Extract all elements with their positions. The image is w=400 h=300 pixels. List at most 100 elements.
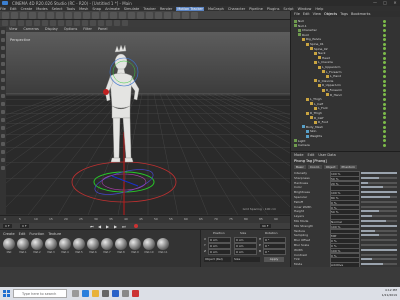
material-menu-item[interactable]: Create xyxy=(3,232,15,236)
attribute-section-tab[interactable]: Phantom xyxy=(339,165,357,169)
scale-icon[interactable] xyxy=(38,12,45,19)
viewport-menu-item[interactable]: Panel xyxy=(98,27,107,31)
attribute-slider[interactable] xyxy=(361,248,397,251)
render-icon[interactable] xyxy=(110,12,117,19)
attribute-section-tab[interactable]: Coord. xyxy=(307,165,322,169)
mode-icon[interactable] xyxy=(122,20,128,26)
visibility-dot-icon[interactable] xyxy=(383,79,386,83)
viewport-menu-item[interactable]: Filter xyxy=(83,27,92,31)
material-swatch[interactable] xyxy=(3,238,15,250)
attribute-slider[interactable] xyxy=(361,234,397,237)
tool-icon[interactable] xyxy=(1,102,5,106)
attribute-slider[interactable] xyxy=(361,205,397,208)
start-frame-field[interactable]: 0 F xyxy=(3,224,12,228)
object-menu-item[interactable]: View xyxy=(313,12,321,16)
edge-icon[interactable] xyxy=(82,290,89,297)
position-field[interactable]: 0 cm xyxy=(208,249,231,255)
viewport-menu-item[interactable]: Options xyxy=(64,27,78,31)
last-frame-button[interactable]: ⏭ xyxy=(122,224,126,229)
attribute-slider[interactable] xyxy=(361,229,397,232)
attribute-section-tab[interactable]: Basic xyxy=(294,165,306,169)
attribute-slider[interactable] xyxy=(361,172,397,174)
visibility-dot-icon[interactable] xyxy=(383,70,386,74)
size-mode-select[interactable]: Size xyxy=(233,257,260,262)
app-icon-red[interactable] xyxy=(132,290,139,297)
visibility-dot-icon[interactable] xyxy=(383,84,386,88)
tool-icon[interactable] xyxy=(1,118,5,122)
material-swatch[interactable] xyxy=(129,238,141,250)
mode-icon[interactable] xyxy=(74,20,80,26)
object-menu-item[interactable]: Tags xyxy=(340,12,348,16)
z-axis-icon[interactable] xyxy=(83,12,90,19)
tool-icon[interactable] xyxy=(1,54,5,58)
visibility-dot-icon[interactable] xyxy=(383,116,386,120)
apply-button[interactable]: Apply xyxy=(264,257,284,262)
attribute-slider[interactable] xyxy=(361,200,397,203)
tool-icon[interactable] xyxy=(1,30,5,34)
pen-icon[interactable] xyxy=(137,12,144,19)
y-axis-icon[interactable] xyxy=(74,12,81,19)
viewport-menu-item[interactable]: View xyxy=(9,27,17,31)
visibility-dot-icon[interactable] xyxy=(383,24,386,28)
taskbar-search-input[interactable]: Type here to search xyxy=(13,289,67,298)
windows-start-icon[interactable] xyxy=(3,290,10,297)
tool-icon[interactable] xyxy=(1,150,5,154)
attribute-menu-item[interactable]: User Data xyxy=(318,153,335,157)
mode-icon[interactable] xyxy=(98,20,104,26)
array-icon[interactable] xyxy=(155,12,162,19)
tool-icon[interactable] xyxy=(1,62,5,66)
material-menu-item[interactable]: Function xyxy=(29,232,44,236)
mode-icon[interactable] xyxy=(90,20,96,26)
deformer-icon[interactable] xyxy=(164,12,171,19)
light-icon[interactable] xyxy=(191,12,198,19)
system-tray[interactable]: 4:12 PM 1/21/2019 xyxy=(357,288,397,299)
viewport-scene[interactable]: Grid Spacing : 100 cm Perspective xyxy=(6,32,290,215)
material-swatch[interactable] xyxy=(87,238,99,250)
tool-icon[interactable] xyxy=(1,158,5,162)
object-menu-item[interactable]: Objects xyxy=(324,12,337,16)
object-tree-row[interactable]: Weights xyxy=(306,134,322,139)
tool-icon[interactable] xyxy=(1,86,5,90)
visibility-dot-icon[interactable] xyxy=(383,38,386,42)
first-frame-button[interactable]: ⏮ xyxy=(90,224,94,229)
timeline[interactable]: 0 5 10 15 20 25 30 35 40 45 50 55 60 65 70 75 80 85 90 0 F… xyxy=(0,215,290,230)
tool-icon[interactable] xyxy=(1,166,5,170)
mode-icon[interactable] xyxy=(82,20,88,26)
material-swatch[interactable] xyxy=(45,238,57,250)
mode-icon[interactable] xyxy=(18,20,24,26)
coord-icon[interactable] xyxy=(92,12,99,19)
visibility-dot-icon[interactable] xyxy=(383,134,386,138)
material-menu-item[interactable]: Edit xyxy=(19,232,26,236)
object-tree-row[interactable]: R_Hand xyxy=(326,93,341,98)
visibility-dot-icon[interactable] xyxy=(383,52,386,55)
tool-icon[interactable] xyxy=(1,94,5,98)
rotation-field[interactable]: 0 ° xyxy=(263,249,286,255)
tool-icon[interactable] xyxy=(1,70,5,74)
visibility-dot-icon[interactable] xyxy=(383,19,386,23)
attribute-slider[interactable] xyxy=(361,220,397,222)
size-field[interactable]: 0 cm xyxy=(234,249,257,255)
coordinate-mode-select[interactable]: Object (Rel) xyxy=(204,257,231,262)
move-icon[interactable] xyxy=(29,12,36,19)
perspective-viewport[interactable]: View Cameras Display Options Filter Panel xyxy=(6,27,290,215)
attribute-slider[interactable] xyxy=(361,210,397,213)
visibility-dot-icon[interactable] xyxy=(383,102,386,106)
mode-icon[interactable] xyxy=(42,20,48,26)
material-swatch[interactable] xyxy=(73,238,85,250)
attribute-slider[interactable] xyxy=(361,186,397,189)
visibility-dot-icon[interactable] xyxy=(383,139,386,143)
visibility-dot-icon[interactable] xyxy=(383,75,386,78)
subdivision-icon[interactable] xyxy=(146,12,153,19)
select-icon[interactable] xyxy=(20,12,27,19)
mode-icon[interactable] xyxy=(58,20,64,26)
attribute-slider[interactable] xyxy=(361,253,397,256)
material-swatch[interactable] xyxy=(17,238,29,250)
viewport-menu-item[interactable]: Cameras xyxy=(23,27,39,31)
material-swatch[interactable] xyxy=(59,238,71,250)
prev-frame-button[interactable]: ◀ xyxy=(98,224,101,229)
attribute-slider[interactable] xyxy=(361,191,397,194)
object-tree-row[interactable]: Camera xyxy=(294,143,310,148)
attribute-slider[interactable] xyxy=(361,258,397,261)
mode-icon[interactable] xyxy=(2,20,8,26)
cinema4d-taskbar-icon[interactable] xyxy=(112,290,119,297)
